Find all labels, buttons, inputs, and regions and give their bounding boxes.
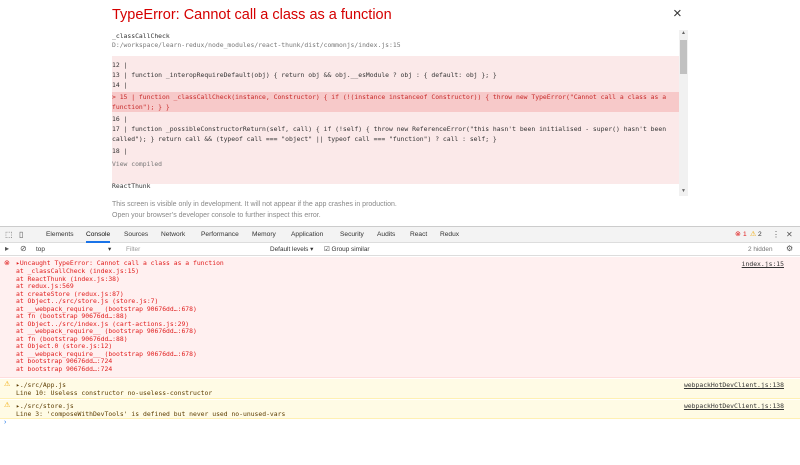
stack-frames: _classCallCheck D:/workspace/learn-redux…	[112, 30, 688, 196]
context-select[interactable]: top ▾	[36, 245, 116, 254]
code-line-highlighted: > 15 | function _classCallCheck(instance…	[112, 92, 680, 102]
warning-icon: ⚠	[4, 381, 11, 388]
devtools-tabbar: ⬚ ▯ Elements Console Sources Network Per…	[0, 227, 800, 243]
group-similar-checkbox[interactable]: ☑ Group similar	[324, 245, 370, 254]
tab-react[interactable]: React	[410, 227, 427, 243]
error-overlay: TypeError: Cannot call a class as a func…	[0, 0, 800, 226]
code-snippet: 12 | 13 | function _interopRequireDefaul…	[112, 56, 680, 184]
scroll-up-icon[interactable]: ▲	[679, 30, 688, 36]
tab-memory[interactable]: Memory	[252, 227, 276, 243]
warning-text: Line 3: 'composeWithDevTools' is defined…	[16, 410, 286, 418]
code-line-highlighted: function"); } }	[112, 102, 680, 112]
warning-file: ▸./src/store.js	[16, 402, 74, 410]
tab-performance[interactable]: Performance	[201, 227, 239, 243]
warning-text: Line 10: Useless constructor no-useless-…	[16, 389, 213, 397]
filter-input[interactable]	[123, 244, 265, 255]
warning-file: ▸./src/App.js	[16, 381, 67, 389]
chevron-down-icon: ▾	[108, 246, 112, 253]
tab-network[interactable]: Network	[161, 227, 185, 243]
close-devtools-icon[interactable]: ✕	[786, 230, 793, 240]
scroll-down-icon[interactable]: ▼	[679, 188, 688, 194]
more-options-icon[interactable]: ⋮	[772, 230, 780, 240]
tab-sources[interactable]: Sources	[124, 227, 148, 243]
code-line: called"); } return call && (typeof call …	[112, 135, 497, 143]
inspect-element-icon[interactable]: ⬚	[5, 230, 13, 240]
warning-icon: ⚠	[4, 402, 11, 409]
device-toolbar-icon[interactable]: ▯	[19, 230, 23, 240]
group-similar-label: Group similar	[331, 246, 370, 253]
frame-function-name: _classCallCheck	[112, 32, 170, 40]
tab-audits[interactable]: Audits	[377, 227, 395, 243]
code-line: 17 | function _possibleConstructorReturn…	[112, 125, 667, 133]
clear-console-icon[interactable]: ⊘	[20, 244, 27, 254]
console-messages: ⊗ ▸Uncaught TypeError: Cannot call a cla…	[0, 257, 800, 465]
warning-count[interactable]: 2	[758, 227, 762, 243]
overlay-footer-note: This screen is visible only in developme…	[112, 201, 397, 208]
frame-file-path[interactable]: D:/workspace/learn-redux/node_modules/re…	[112, 41, 401, 49]
error-count[interactable]: 1	[743, 227, 747, 243]
tab-redux[interactable]: Redux	[440, 227, 459, 243]
console-warning-message[interactable]: ⚠ ▸./src/App.js webpackHotDevClient.js:1…	[0, 379, 800, 399]
code-line: 14 |	[112, 81, 128, 89]
checkbox-icon: ☑	[324, 246, 330, 253]
code-line: 13 | function _interopRequireDefault(obj…	[112, 71, 497, 79]
error-title: TypeError: Cannot call a class as a func…	[112, 7, 392, 23]
frame-function-name: ReactThunk	[112, 182, 151, 190]
overlay-footer-note: Open your browser’s developer console to…	[112, 212, 321, 219]
warning-source-link[interactable]: webpackHotDevClient.js:138	[684, 381, 784, 389]
error-count-icon[interactable]: ⊗	[735, 230, 741, 240]
console-prompt[interactable]: ›	[4, 419, 6, 426]
warning-source-link[interactable]: webpackHotDevClient.js:138	[684, 402, 784, 410]
error-icon: ⊗	[4, 260, 10, 267]
code-line: 12 |	[112, 61, 128, 69]
tab-console[interactable]: Console	[86, 227, 111, 243]
tab-security[interactable]: Security	[340, 227, 364, 243]
close-icon[interactable]: ×	[673, 5, 682, 23]
error-source-link[interactable]: index.js:15	[742, 260, 784, 268]
tab-application[interactable]: Application	[291, 227, 323, 243]
stack-line[interactable]: at bootstrap 90676dd…:724	[16, 365, 112, 374]
log-levels-dropdown[interactable]: Default levels ▾	[270, 245, 313, 254]
scrollbar-thumb[interactable]	[680, 40, 687, 74]
console-warning-message[interactable]: ⚠ ▸./src/store.js webpackHotDevClient.js…	[0, 400, 800, 419]
context-value: top	[36, 246, 45, 253]
warning-count-icon[interactable]: ⚠	[750, 230, 756, 240]
tab-elements[interactable]: Elements	[46, 227, 74, 243]
console-toolbar: ▸ ⊘ top ▾ Default levels ▾ ☑ Group simil…	[0, 243, 800, 256]
hidden-count: 2 hidden	[748, 246, 773, 253]
code-line: 16 |	[112, 115, 128, 123]
devtools-panel: ⬚ ▯ Elements Console Sources Network Per…	[0, 226, 800, 465]
code-line: 18 |	[112, 147, 128, 155]
settings-icon[interactable]: ⚙	[786, 244, 793, 254]
view-compiled-link[interactable]: View compiled	[112, 160, 162, 168]
console-error-message[interactable]: ⊗ ▸Uncaught TypeError: Cannot call a cla…	[0, 257, 800, 378]
sidebar-toggle-icon[interactable]: ▸	[5, 244, 9, 254]
